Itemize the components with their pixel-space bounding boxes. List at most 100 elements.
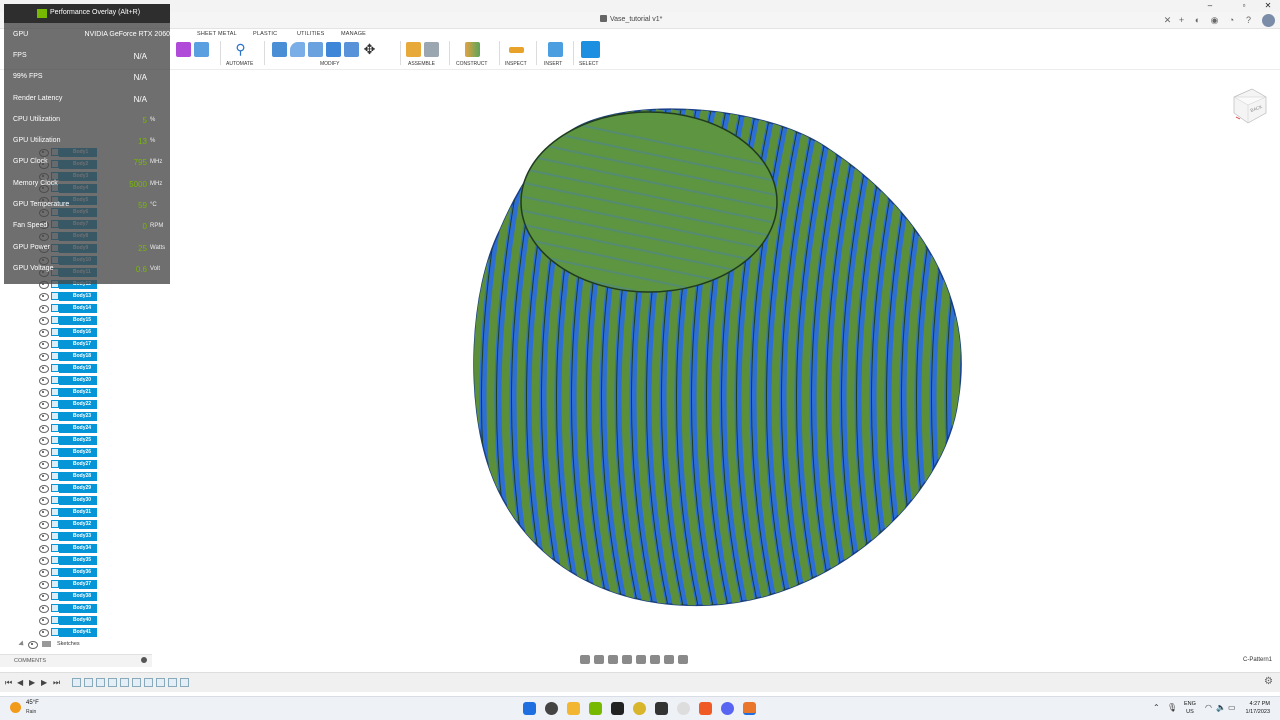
visibility-eye-icon[interactable] bbox=[39, 389, 49, 397]
move-icon[interactable]: ✥ bbox=[362, 42, 377, 57]
browser-body-item[interactable]: Body15 bbox=[6, 314, 97, 326]
microphone-icon[interactable]: 🎙 bbox=[1167, 703, 1177, 712]
fusion-360-icon[interactable] bbox=[743, 702, 756, 715]
pan-icon[interactable] bbox=[608, 655, 618, 664]
assemble-group[interactable]: ASSEMBLE bbox=[406, 40, 439, 70]
vase-model[interactable] bbox=[0, 70, 1280, 654]
insert-label[interactable]: INSERT bbox=[544, 61, 563, 67]
visibility-eye-icon[interactable] bbox=[39, 557, 49, 565]
browser-body-item[interactable]: Body37 bbox=[6, 578, 97, 590]
visibility-eye-icon[interactable] bbox=[39, 365, 49, 373]
tab-plastic[interactable]: PLASTIC bbox=[253, 31, 277, 37]
browser-body-item[interactable]: Body30 bbox=[6, 494, 97, 506]
app-icon-black[interactable] bbox=[611, 702, 624, 715]
weather-sun-icon[interactable] bbox=[10, 702, 21, 713]
visibility-eye-icon[interactable] bbox=[39, 569, 49, 577]
browser-body-item[interactable]: Body23 bbox=[6, 410, 97, 422]
automate-label[interactable]: AUTOMATE bbox=[226, 61, 253, 67]
comments-panel[interactable]: COMMENTS bbox=[0, 654, 152, 667]
browser-body-item[interactable]: Body19 bbox=[6, 362, 97, 374]
visibility-eye-icon[interactable] bbox=[39, 605, 49, 613]
canvas-viewport[interactable] bbox=[0, 70, 1280, 654]
automate-icon[interactable]: ⚲ bbox=[233, 42, 248, 57]
select-icon[interactable] bbox=[581, 41, 600, 58]
visibility-eye-icon[interactable] bbox=[39, 293, 49, 301]
modify-group[interactable]: ✥ MODIFY bbox=[272, 40, 377, 70]
measure-icon[interactable] bbox=[509, 46, 524, 53]
browser-body-item[interactable]: Body40 bbox=[6, 614, 97, 626]
notifications-icon[interactable]: ◔ bbox=[1226, 15, 1237, 26]
timeline-feature-icon[interactable] bbox=[132, 678, 141, 687]
browser-body-item[interactable]: Body18 bbox=[6, 350, 97, 362]
minimize-button[interactable]: – bbox=[1200, 0, 1220, 12]
visibility-eye-icon[interactable] bbox=[39, 341, 49, 349]
discord-icon[interactable] bbox=[721, 702, 734, 715]
tab-manage[interactable]: MANAGE bbox=[341, 31, 366, 37]
chamfer-icon[interactable] bbox=[308, 42, 323, 57]
nvidia-app-icon[interactable] bbox=[589, 702, 602, 715]
orbit-icon[interactable] bbox=[580, 655, 590, 664]
select-label[interactable]: SELECT bbox=[579, 61, 600, 67]
insert-group[interactable]: INSERT bbox=[544, 40, 563, 70]
new-component-icon[interactable] bbox=[406, 42, 421, 57]
visibility-eye-icon[interactable] bbox=[39, 593, 49, 601]
browser-body-item[interactable]: Body20 bbox=[6, 374, 97, 386]
browser-body-item[interactable]: Body34 bbox=[6, 542, 97, 554]
timeline-feature-icon[interactable] bbox=[120, 678, 129, 687]
grid-settings-icon[interactable] bbox=[664, 655, 674, 664]
obs-app-icon[interactable] bbox=[655, 702, 668, 715]
inspect-label[interactable]: INSPECT bbox=[505, 61, 527, 67]
system-clock[interactable]: 4:27 PM 1/17/2023 bbox=[1240, 700, 1270, 716]
assemble-label[interactable]: ASSEMBLE bbox=[406, 61, 439, 67]
battery-icon[interactable]: ▭ bbox=[1228, 703, 1236, 712]
offset-plane-icon[interactable] bbox=[465, 42, 480, 57]
browser-body-item[interactable]: Body22 bbox=[6, 398, 97, 410]
visibility-eye-icon[interactable] bbox=[39, 545, 49, 553]
visibility-eye-icon[interactable] bbox=[39, 533, 49, 541]
visibility-eye-icon[interactable] bbox=[39, 401, 49, 409]
volume-icon[interactable]: 🔈 bbox=[1216, 703, 1226, 712]
inspect-group[interactable]: INSPECT bbox=[505, 40, 527, 70]
joint-icon[interactable] bbox=[424, 42, 439, 57]
start-menu-icon[interactable] bbox=[523, 702, 536, 715]
browser-body-item[interactable]: Body13 bbox=[6, 290, 97, 302]
browser-body-item[interactable]: Body38 bbox=[6, 590, 97, 602]
weather-temperature[interactable]: 45°F bbox=[26, 700, 39, 706]
new-tab-icon[interactable]: + bbox=[1176, 15, 1187, 26]
browser-body-item[interactable]: Body17 bbox=[6, 338, 97, 350]
language-indicator[interactable]: ENG US bbox=[1184, 700, 1196, 716]
performance-overlay[interactable]: Performance Overlay (Alt+R) GPU NVIDIA Ge… bbox=[4, 4, 170, 284]
expand-arrow-icon[interactable] bbox=[18, 640, 26, 648]
align-icon[interactable] bbox=[344, 42, 359, 57]
timeline-feature-icon[interactable] bbox=[96, 678, 105, 687]
sketches-folder[interactable]: Sketches bbox=[6, 638, 80, 650]
browser-body-item[interactable]: Body41 bbox=[6, 626, 97, 638]
browser-body-item[interactable]: Body31 bbox=[6, 506, 97, 518]
visibility-eye-icon[interactable] bbox=[39, 629, 49, 637]
chrome-canary-icon[interactable] bbox=[633, 702, 646, 715]
file-explorer-icon[interactable] bbox=[567, 702, 580, 715]
timeline-feature-icon[interactable] bbox=[156, 678, 165, 687]
browser-body-item[interactable]: Body14 bbox=[6, 302, 97, 314]
browser-body-item[interactable]: Body25 bbox=[6, 434, 97, 446]
browser-body-item[interactable]: Body24 bbox=[6, 422, 97, 434]
viewcube[interactable]: BACK bbox=[1230, 85, 1268, 127]
press-pull-icon[interactable] bbox=[272, 42, 287, 57]
extensions-icon[interactable]: ◐ bbox=[1192, 15, 1203, 26]
form-icon[interactable] bbox=[176, 42, 191, 57]
construct-group[interactable]: CONSTRUCT bbox=[456, 40, 487, 70]
timeline-feature-icon[interactable] bbox=[108, 678, 117, 687]
timeline-end-icon[interactable]: ⏭ bbox=[53, 678, 61, 687]
visibility-eye-icon[interactable] bbox=[39, 461, 49, 469]
help-icon[interactable]: ? bbox=[1243, 15, 1254, 26]
browser-body-item[interactable]: Body26 bbox=[6, 446, 97, 458]
browser-body-item[interactable]: Body16 bbox=[6, 326, 97, 338]
search-icon[interactable] bbox=[545, 702, 558, 715]
viewports-icon[interactable] bbox=[678, 655, 688, 664]
visibility-eye-icon[interactable] bbox=[39, 425, 49, 433]
close-window-button[interactable]: ✕ bbox=[1258, 0, 1278, 12]
job-status-icon[interactable]: ◉ bbox=[1209, 15, 1220, 26]
close-tab-icon[interactable]: ✕ bbox=[1162, 15, 1173, 26]
automate-group[interactable]: ⚲ AUTOMATE bbox=[226, 40, 253, 70]
browser-body-item[interactable]: Body29 bbox=[6, 482, 97, 494]
